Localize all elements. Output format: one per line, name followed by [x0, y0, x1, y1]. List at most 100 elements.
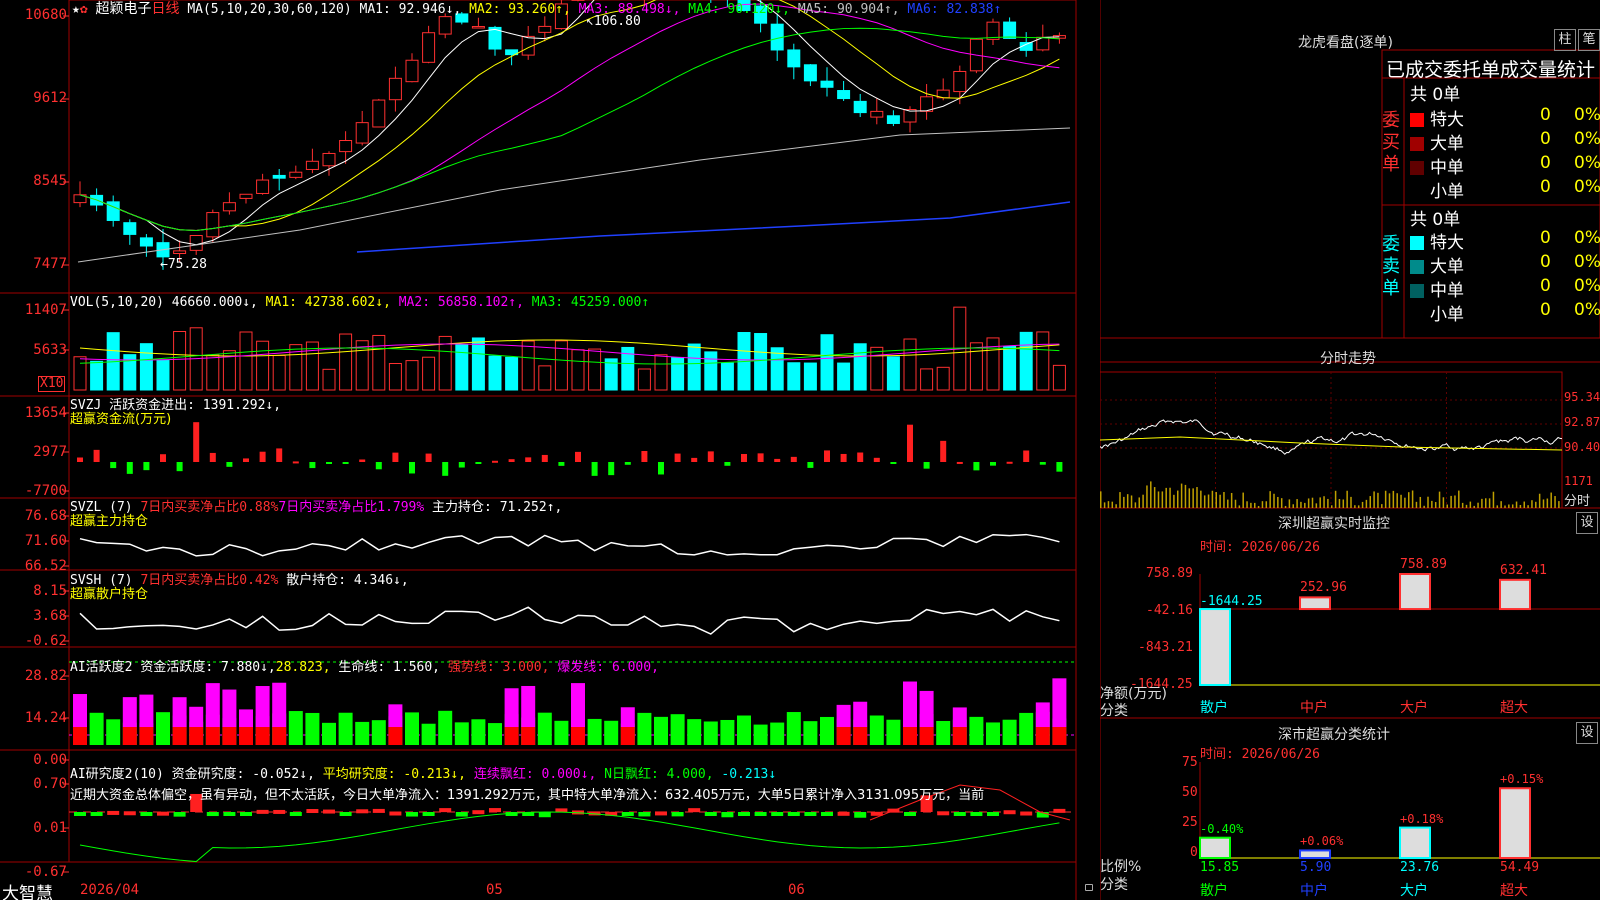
- classify-value-label: 15.85: [1200, 860, 1240, 875]
- intraday-volume-bar: [1315, 503, 1318, 508]
- intraday-volume-bar: [1342, 499, 1345, 508]
- legend-swatch: [1410, 137, 1424, 151]
- activity-bar: [637, 712, 652, 745]
- intraday-volume-bar: [1331, 505, 1333, 508]
- gear-icon[interactable]: ✿: [80, 2, 88, 17]
- intraday-volume-bar: [1126, 494, 1129, 508]
- research-bar: [821, 812, 833, 816]
- research-bar: [406, 812, 418, 817]
- ai-activity-header: AI活跃度2 资金活跃度: 7.880↓,28.823, 生命线: 1.560,…: [70, 660, 659, 675]
- fund-flow-bar: [990, 462, 996, 466]
- classify-axis-label: 25: [1182, 815, 1198, 830]
- order-row: 中单 0 0%: [1410, 153, 1600, 178]
- intraday-volume-bar: [1246, 501, 1248, 508]
- candle-body: [305, 160, 319, 170]
- fund-flow-bar: [575, 451, 581, 462]
- activity-bar: [670, 714, 685, 745]
- stock-name: 超颖电子: [95, 1, 152, 17]
- fund-flow-bar: [873, 457, 880, 462]
- monitor-category: 中户: [1300, 700, 1328, 716]
- candle-body: [388, 77, 402, 101]
- fund-flow-bar: [259, 451, 266, 462]
- intraday-volume-bar: [1138, 497, 1140, 508]
- intraday-volume-bar: [1434, 502, 1437, 508]
- intraday-volume-bar: [1365, 499, 1368, 508]
- intraday-volume-bar: [1558, 501, 1560, 508]
- intraday-volume-bar: [1369, 496, 1371, 508]
- research-bar: [787, 812, 800, 816]
- lock-icon[interactable]: [1085, 884, 1093, 891]
- intraday-volume-bar: [1111, 501, 1114, 508]
- classify-xlabel: 分类: [1100, 877, 1128, 893]
- kline-chart-area[interactable]: ★✿ 超颖电子日线 MA(5,10,20,30,60,120) MA1: 92.…: [0, 0, 1100, 900]
- fund-flow-bar: [442, 462, 449, 476]
- intraday-volume-bar: [1300, 501, 1302, 508]
- monitor-settings-button[interactable]: 设: [1576, 512, 1598, 534]
- intraday-volume-bar: [1323, 496, 1325, 508]
- order-count: 0: [1540, 300, 1551, 320]
- volume-bar: [1036, 331, 1050, 391]
- activity-bar-hot: [1035, 702, 1050, 727]
- intraday-volume-bar: [1319, 497, 1321, 508]
- monitor-category: 大户: [1400, 700, 1428, 716]
- legend-swatch: [1410, 113, 1424, 127]
- order-pct: 0%: [1574, 105, 1600, 125]
- volume-bar: [90, 360, 104, 391]
- period-label[interactable]: 日线: [151, 1, 179, 17]
- price-axis-label: 9612: [33, 90, 67, 106]
- volume-bar: [1052, 364, 1066, 391]
- activity-bar: [803, 721, 818, 745]
- classify-category: 超大: [1500, 883, 1528, 899]
- tick-mode-button[interactable]: 笔: [1578, 29, 1600, 51]
- activity-bar: [737, 715, 751, 745]
- volume-bar: [969, 342, 983, 391]
- research-bar: [621, 812, 634, 817]
- research-bar: [356, 809, 369, 814]
- candle-body: [422, 32, 436, 63]
- research-bar: [721, 812, 734, 818]
- ma-values: MA1: 92.946↓, MA2: 93.260↑, MA3: 88.498↓…: [360, 2, 1002, 17]
- intraday-volume-bar: [1146, 485, 1148, 508]
- candle-body: [471, 26, 485, 29]
- research-bar: [240, 812, 252, 816]
- activity-bar: [89, 712, 104, 745]
- intraday-volume-bar: [1515, 501, 1518, 508]
- main-holding-line: [79, 533, 1060, 557]
- fund-flow-bar: [674, 453, 681, 462]
- activity-bar: [753, 724, 768, 745]
- date-axis-month: 06: [788, 882, 805, 898]
- activity-bar: [770, 722, 785, 745]
- intraday-volume-bar: [1107, 501, 1110, 508]
- activity-bar: [537, 712, 552, 745]
- fund-flow-bar: [691, 457, 698, 462]
- intraday-volume-bar: [1492, 491, 1495, 508]
- classify-settings-button[interactable]: 设: [1576, 722, 1598, 744]
- volume-bar: [903, 338, 917, 391]
- ma-params: MA(5,10,20,30,60,120): [187, 2, 352, 17]
- intraday-volume-bar: [1504, 505, 1506, 508]
- bar-mode-button[interactable]: 柱: [1554, 29, 1576, 51]
- intraday-volume-bar: [1307, 498, 1310, 508]
- intraday-volume-bar: [1123, 496, 1125, 508]
- intraday-volume-bar: [1257, 505, 1260, 508]
- intraday-volume-bar: [1215, 492, 1217, 508]
- order-type: 特大: [1430, 110, 1464, 130]
- vol-unit-badge[interactable]: X10: [38, 376, 66, 392]
- fund-flow-bar: [409, 462, 415, 474]
- intraday-volume-bar: [1261, 501, 1264, 508]
- activity-bar-hot: [903, 681, 917, 727]
- research-bar: [953, 812, 966, 816]
- kline-svg[interactable]: [0, 0, 1100, 900]
- intraday-axis-label: 1171: [1564, 474, 1593, 488]
- classify-category: 大户: [1400, 883, 1428, 899]
- star-icon[interactable]: ★: [72, 2, 80, 17]
- price-axis-label: 8545: [33, 173, 67, 189]
- activity-bar-hot: [122, 697, 137, 727]
- intraday-volume-bar: [1284, 505, 1287, 508]
- monitor-value-label: 758.89: [1400, 557, 1447, 572]
- order-pct: 0%: [1574, 228, 1600, 248]
- research-bar: [223, 812, 236, 816]
- classify-date: 时间: 2026/06/26: [1200, 747, 1320, 762]
- research-bar: [904, 812, 916, 816]
- candle-body: [123, 222, 137, 235]
